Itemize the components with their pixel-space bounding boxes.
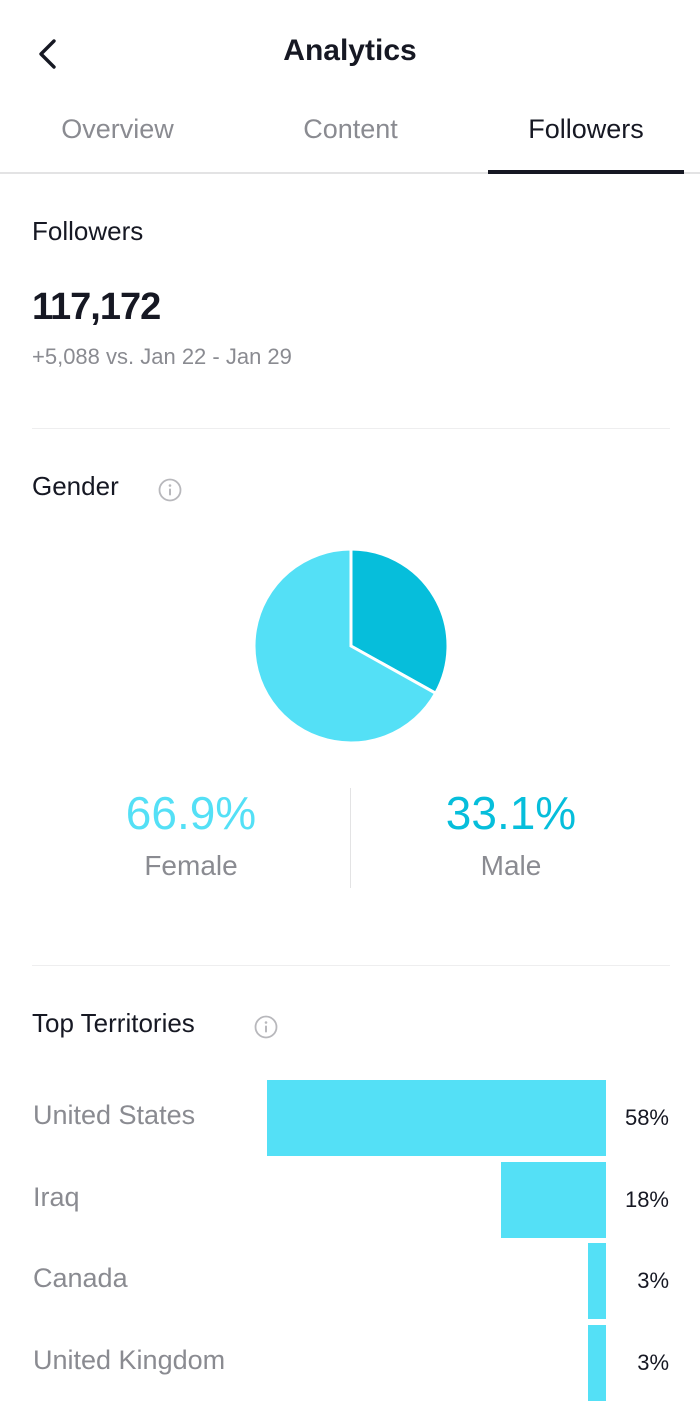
female-percent: 66.9%: [125, 787, 257, 839]
territory-bar-united-states: [267, 1080, 606, 1156]
section-divider: [32, 965, 670, 966]
info-icon: [254, 1015, 278, 1039]
section-divider: [32, 428, 670, 429]
tab-content[interactable]: Content: [263, 114, 438, 145]
followers-count: 117,172: [32, 286, 161, 328]
territory-value-iraq: 18%: [624, 1186, 669, 1212]
territory-name-united-states: United States: [33, 1100, 196, 1130]
gender-pie-chart: [252, 547, 450, 745]
territory-name-canada: Canada: [33, 1263, 128, 1293]
male-percent: 33.1%: [445, 787, 577, 839]
info-icon: [158, 478, 182, 502]
followers-heading: Followers: [32, 216, 144, 246]
territory-value-canada: 3%: [637, 1268, 669, 1293]
territory-bar-iraq: [500, 1161, 606, 1238]
territory-bar-united-kingdom: [588, 1324, 606, 1401]
tab-followers[interactable]: Followers: [488, 114, 684, 145]
territory-value-united-kingdom: 3%: [637, 1349, 669, 1375]
territory-value-united-states: 58%: [624, 1105, 669, 1130]
territories-heading: Top Territories: [32, 1008, 195, 1038]
page-title: Analytics: [283, 34, 417, 67]
active-tab-indicator: [488, 170, 684, 174]
followers-change: +5,088 vs. Jan 22 - Jan 29: [32, 344, 292, 369]
tab-overview[interactable]: Overview: [30, 114, 205, 145]
male-label: Male: [480, 850, 542, 881]
territory-bar-canada: [588, 1243, 606, 1319]
gender-heading: Gender: [32, 471, 119, 501]
female-label: Female: [144, 850, 238, 881]
territory-name-iraq: Iraq: [33, 1181, 80, 1212]
territories-info-button[interactable]: [254, 1015, 278, 1039]
territory-name-united-kingdom: United Kingdom: [33, 1344, 226, 1375]
gender-info-button[interactable]: [158, 478, 182, 502]
